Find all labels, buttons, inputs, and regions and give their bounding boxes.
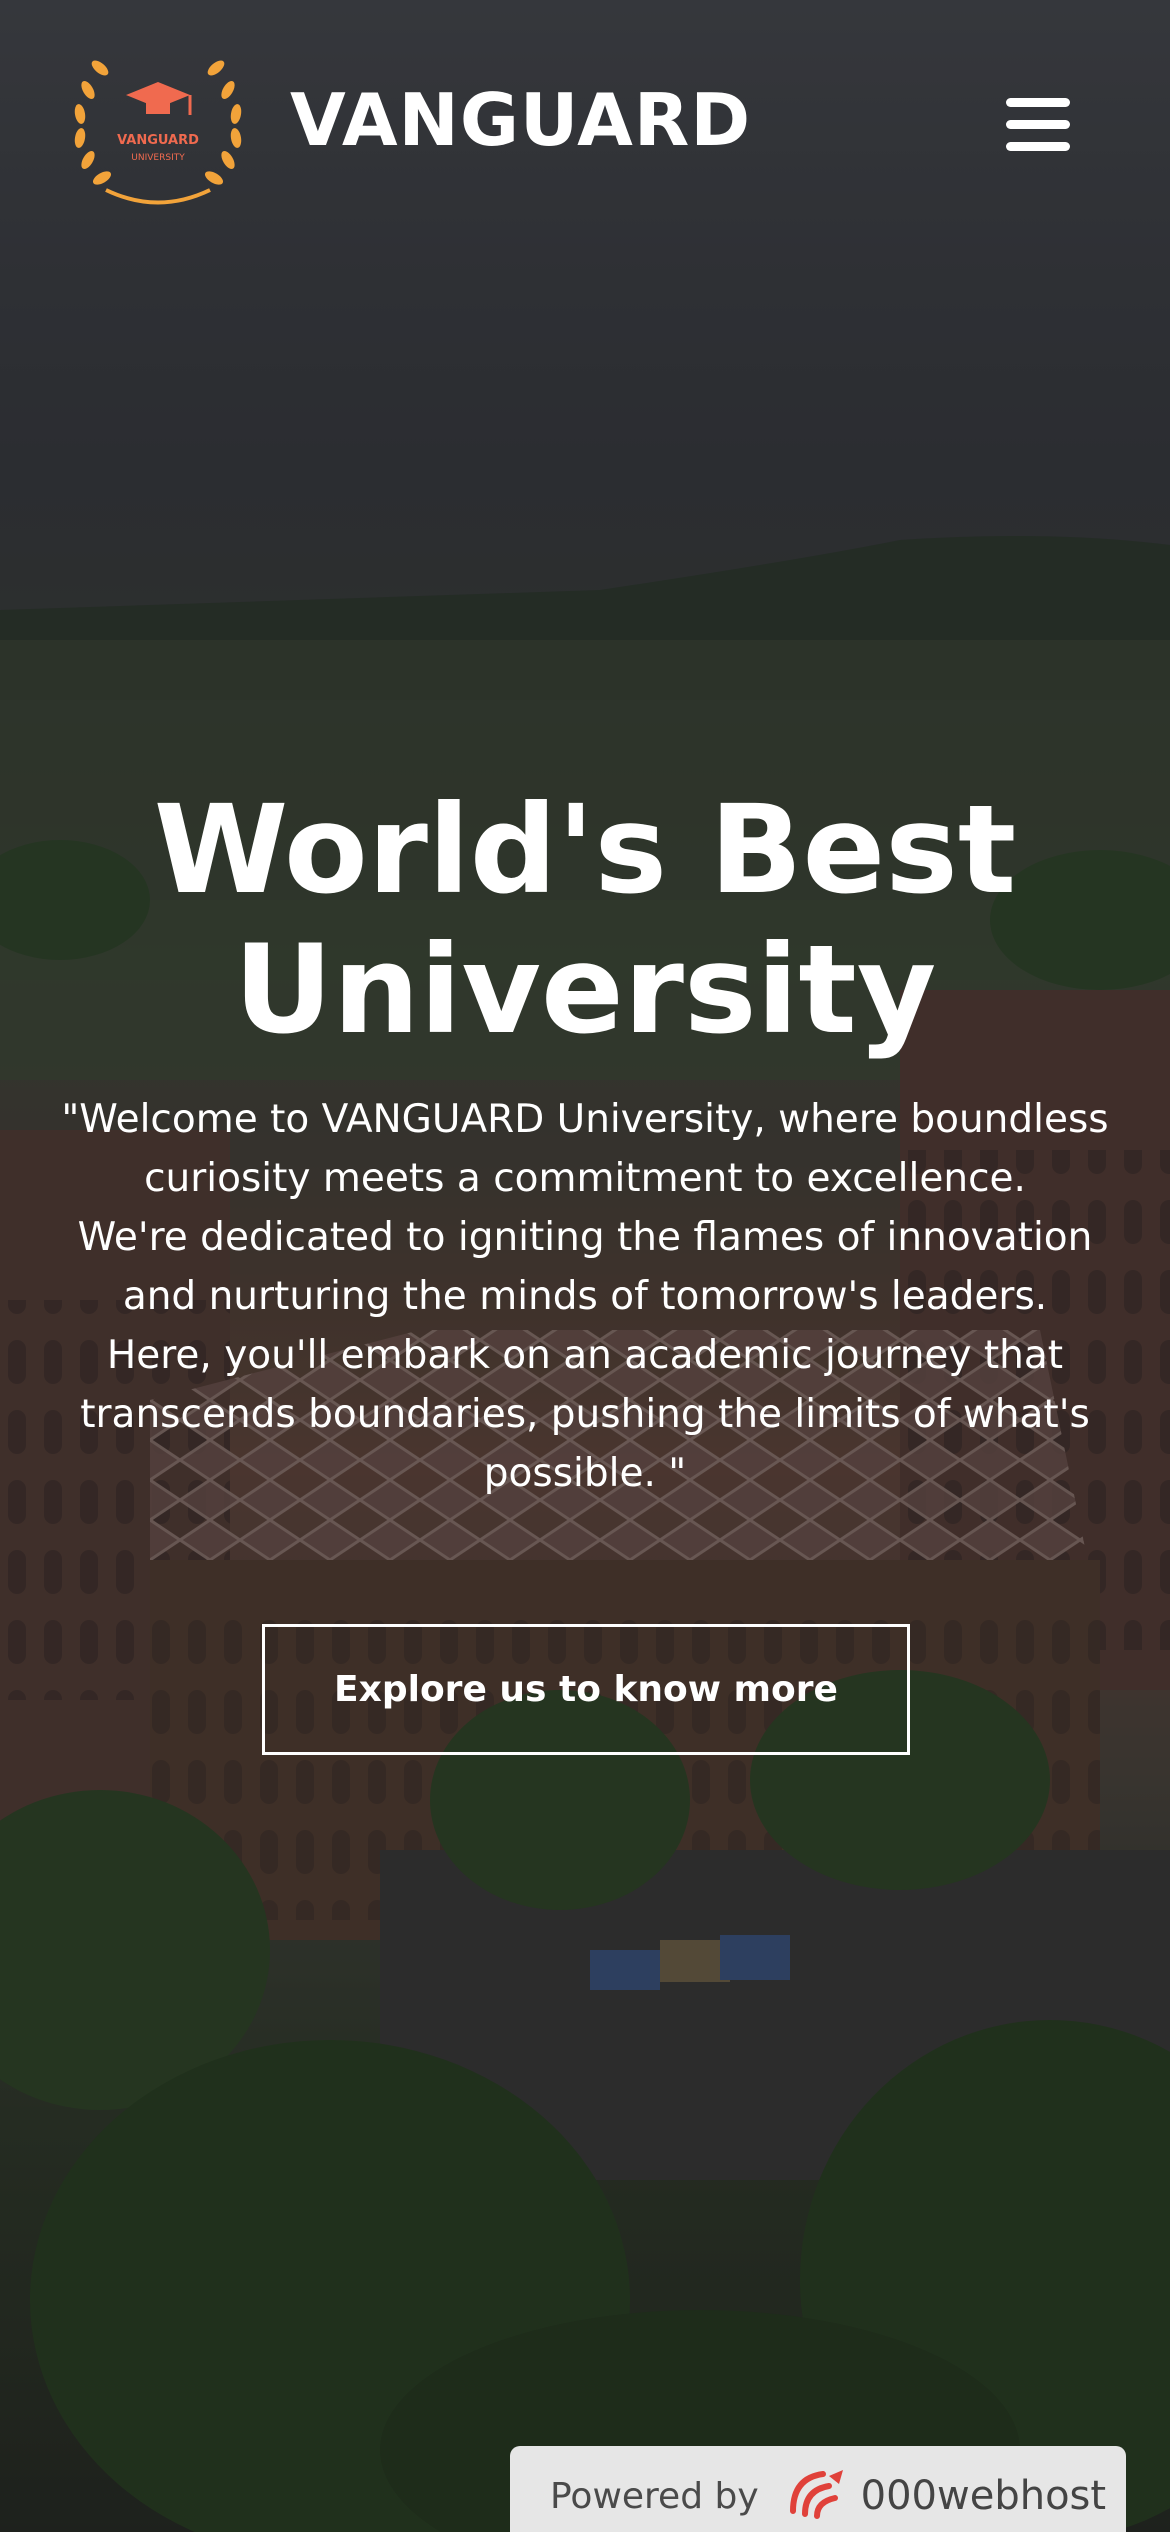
intro-line: transcends boundaries, pushing the limit… bbox=[80, 1392, 1090, 1437]
000webhost-logo-icon bbox=[789, 2470, 843, 2519]
logo-text-bottom: UNIVERSITY bbox=[131, 153, 185, 163]
powered-by-badge[interactable]: Powered by 000webhost bbox=[510, 2446, 1126, 2532]
headline-line-1: World's Best bbox=[153, 779, 1017, 921]
explore-button[interactable]: Explore us to know more bbox=[262, 1624, 910, 1755]
intro-line: possible. " bbox=[483, 1451, 687, 1496]
hamburger-menu-icon[interactable] bbox=[1000, 92, 1074, 156]
intro-paragraph: "Welcome to VANGUARD University, where b… bbox=[60, 1090, 1110, 1503]
university-logo[interactable]: VANGUARD UNIVERSITY bbox=[66, 40, 250, 215]
intro-line: curiosity meets a commitment to excellen… bbox=[144, 1156, 1026, 1201]
brand-name[interactable]: VANGUARD bbox=[290, 78, 751, 162]
intro-line: and nurturing the minds of tomorrow's le… bbox=[122, 1274, 1048, 1319]
000webhost-brand: 000webhost bbox=[860, 2473, 1107, 2519]
page-headline: World's Best University bbox=[0, 780, 1170, 1060]
powered-by-label: Powered by bbox=[550, 2475, 759, 2517]
headline-line-2: University bbox=[233, 919, 937, 1061]
logo-text-top: VANGUARD bbox=[117, 133, 199, 148]
site-header: VANGUARD UNIVERSITY VANGUARD bbox=[0, 0, 1170, 230]
hero-section: VANGUARD UNIVERSITY VANGUARD World's Bes… bbox=[0, 0, 1170, 2532]
intro-line: "Welcome to VANGUARD University, where b… bbox=[61, 1097, 1109, 1142]
intro-line: Here, you'll embark on an academic journ… bbox=[106, 1333, 1064, 1378]
intro-line: We're dedicated to igniting the flames o… bbox=[77, 1215, 1093, 1260]
